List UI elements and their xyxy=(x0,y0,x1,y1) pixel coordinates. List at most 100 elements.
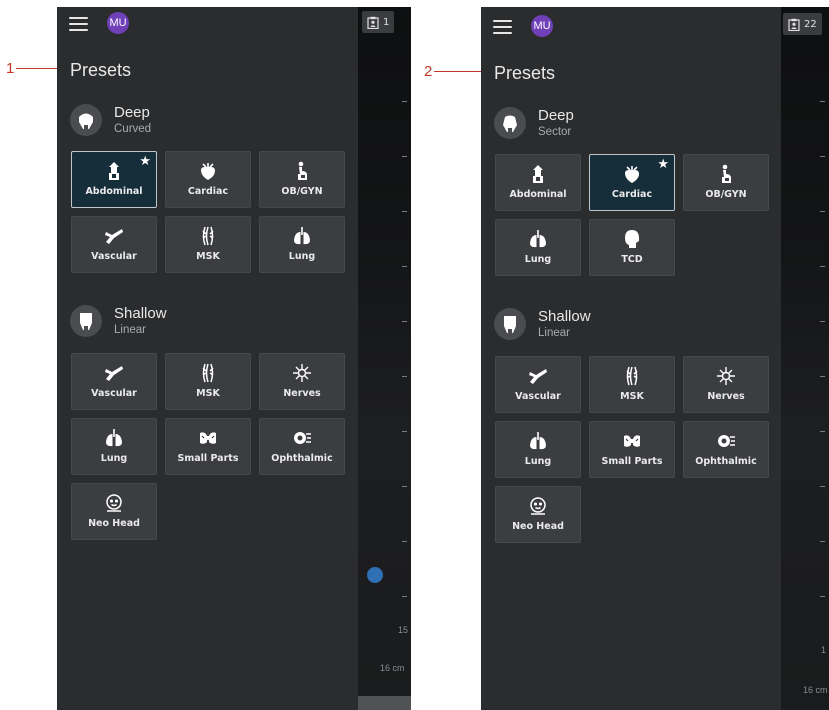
preset-tile-lung[interactable]: Lung xyxy=(71,418,157,475)
preset-label: MSK xyxy=(196,388,220,399)
preset-label: OB/GYN xyxy=(705,189,747,200)
preset-tile-vascular[interactable]: Vascular xyxy=(71,353,157,410)
preset-tile-obgyn[interactable]: OB/GYN xyxy=(683,154,769,211)
user-avatar[interactable]: MU xyxy=(531,15,553,37)
hamburger-menu-icon[interactable] xyxy=(69,17,88,32)
screen-2: 1 16 cm 22 MU Presets Deep Sector Abdomi… xyxy=(481,7,829,710)
sector-probe-icon xyxy=(494,107,526,139)
probe-group-deep: Deep Curved xyxy=(70,104,151,136)
vascular-icon xyxy=(103,226,125,246)
patient-clipboard-icon xyxy=(788,18,800,31)
preset-label: Neo Head xyxy=(512,521,564,532)
ultrasound-image-area[interactable]: 1 16 cm xyxy=(781,7,829,710)
preset-tile-lung[interactable]: Lung xyxy=(495,219,581,276)
preset-tile-abdominal[interactable]: ★ Abdominal xyxy=(71,151,157,208)
abdominal-icon xyxy=(527,164,549,184)
probe-group-shallow: Shallow Linear xyxy=(70,305,167,337)
preset-tile-small-parts[interactable]: Small Parts xyxy=(165,418,251,475)
preset-tile-msk[interactable]: MSK xyxy=(165,216,251,273)
patient-badge[interactable]: 22 xyxy=(783,13,822,35)
obgyn-icon xyxy=(715,164,737,184)
probe-type: Curved xyxy=(114,123,152,135)
presets-title: Presets xyxy=(70,60,132,80)
presets-panel: MU Presets Deep Curved ★ Abdominal Cardi… xyxy=(57,7,358,710)
preset-tile-ophthalmic[interactable]: Ophthalmic xyxy=(683,421,769,478)
probe-name: Shallow xyxy=(538,308,591,325)
preset-label: Cardiac xyxy=(611,189,653,200)
preset-tile-abdominal[interactable]: Abdominal xyxy=(495,154,581,211)
patient-badge[interactable]: 1 xyxy=(362,11,395,33)
preset-label: Neo Head xyxy=(88,518,140,529)
preset-tile-neo-head[interactable]: Neo Head xyxy=(71,483,157,540)
preset-tile-cardiac[interactable]: Cardiac xyxy=(165,151,251,208)
preset-tile-small-parts[interactable]: Small Parts xyxy=(589,421,675,478)
nerves-icon xyxy=(291,363,313,383)
preset-tile-vascular[interactable]: Vascular xyxy=(71,216,157,273)
callout-number: 1 xyxy=(6,60,15,77)
probe-name: Deep xyxy=(538,107,574,124)
preset-tile-vascular[interactable]: Vascular xyxy=(495,356,581,413)
patient-count: 22 xyxy=(804,18,817,30)
preset-label: MSK xyxy=(620,391,644,402)
depth-label-bottom: 16 cm xyxy=(803,685,828,695)
preset-tile-ophthalmic[interactable]: Ophthalmic xyxy=(259,418,345,475)
linear-probe-icon xyxy=(494,308,526,340)
neo-head-icon xyxy=(527,496,549,516)
ultrasound-image-area[interactable]: 15 16 cm xyxy=(358,7,411,710)
preset-tile-msk[interactable]: MSK xyxy=(589,356,675,413)
depth-scale-ticks xyxy=(820,47,825,620)
cardiac-icon xyxy=(197,161,219,181)
user-avatar[interactable]: MU xyxy=(107,12,129,34)
probe-name: Shallow xyxy=(114,305,167,322)
preset-tile-neo-head[interactable]: Neo Head xyxy=(495,486,581,543)
preset-tile-nerves[interactable]: Nerves xyxy=(259,353,345,410)
screen-1: 15 16 cm 1 MU Presets Deep Curved ★ Abdo… xyxy=(57,7,411,710)
preset-tile-msk[interactable]: MSK xyxy=(165,353,251,410)
preset-label: Vascular xyxy=(91,251,137,262)
cardiac-icon xyxy=(621,164,643,184)
nerves-icon xyxy=(715,366,737,386)
preset-label: Vascular xyxy=(515,391,561,402)
patient-count: 1 xyxy=(383,16,390,28)
depth-scale-ticks xyxy=(402,47,407,620)
depth-label-top: 15 xyxy=(398,625,409,635)
preset-label: TCD xyxy=(621,254,643,265)
small-parts-icon xyxy=(621,431,643,451)
linear-probe-icon xyxy=(70,305,102,337)
preset-tile-lung[interactable]: Lung xyxy=(495,421,581,478)
probe-type: Linear xyxy=(114,324,146,336)
preset-tile-obgyn[interactable]: OB/GYN xyxy=(259,151,345,208)
preset-tile-cardiac[interactable]: ★ Cardiac xyxy=(589,154,675,211)
preset-label: MSK xyxy=(196,251,220,262)
small-parts-icon xyxy=(197,428,219,448)
focus-marker[interactable] xyxy=(367,567,383,583)
preset-label: Lung xyxy=(524,254,552,265)
msk-icon xyxy=(621,366,643,386)
callout-leader-line xyxy=(434,71,488,72)
curved-probe-icon xyxy=(70,104,102,136)
preset-label: Nerves xyxy=(707,391,745,402)
patient-clipboard-icon xyxy=(367,16,379,29)
preset-tile-tcd[interactable]: TCD xyxy=(589,219,675,276)
callout-2: 2 xyxy=(424,63,488,80)
favorite-star-icon: ★ xyxy=(139,154,151,169)
probe-group-shallow: Shallow Linear xyxy=(494,308,591,340)
preset-label: Lung xyxy=(524,456,552,467)
preset-label: Lung xyxy=(288,251,316,262)
preset-label: Ophthalmic xyxy=(695,456,757,467)
vascular-icon xyxy=(103,363,125,383)
preset-label: Cardiac xyxy=(187,186,229,197)
preset-tile-lung[interactable]: Lung xyxy=(259,216,345,273)
hamburger-menu-icon[interactable] xyxy=(493,20,512,35)
preset-label: Small Parts xyxy=(177,453,239,464)
lung-icon xyxy=(103,428,125,448)
presets-panel: MU Presets Deep Sector Abdominal ★ Cardi… xyxy=(481,7,781,710)
probe-name: Deep xyxy=(114,104,150,121)
preset-tile-nerves[interactable]: Nerves xyxy=(683,356,769,413)
ophthalmic-icon xyxy=(715,431,737,451)
image-bottom-bar xyxy=(358,696,411,710)
obgyn-icon xyxy=(291,161,313,181)
vascular-icon xyxy=(527,366,549,386)
preset-label: Abdominal xyxy=(509,189,567,200)
depth-label-top: 1 xyxy=(821,645,827,655)
